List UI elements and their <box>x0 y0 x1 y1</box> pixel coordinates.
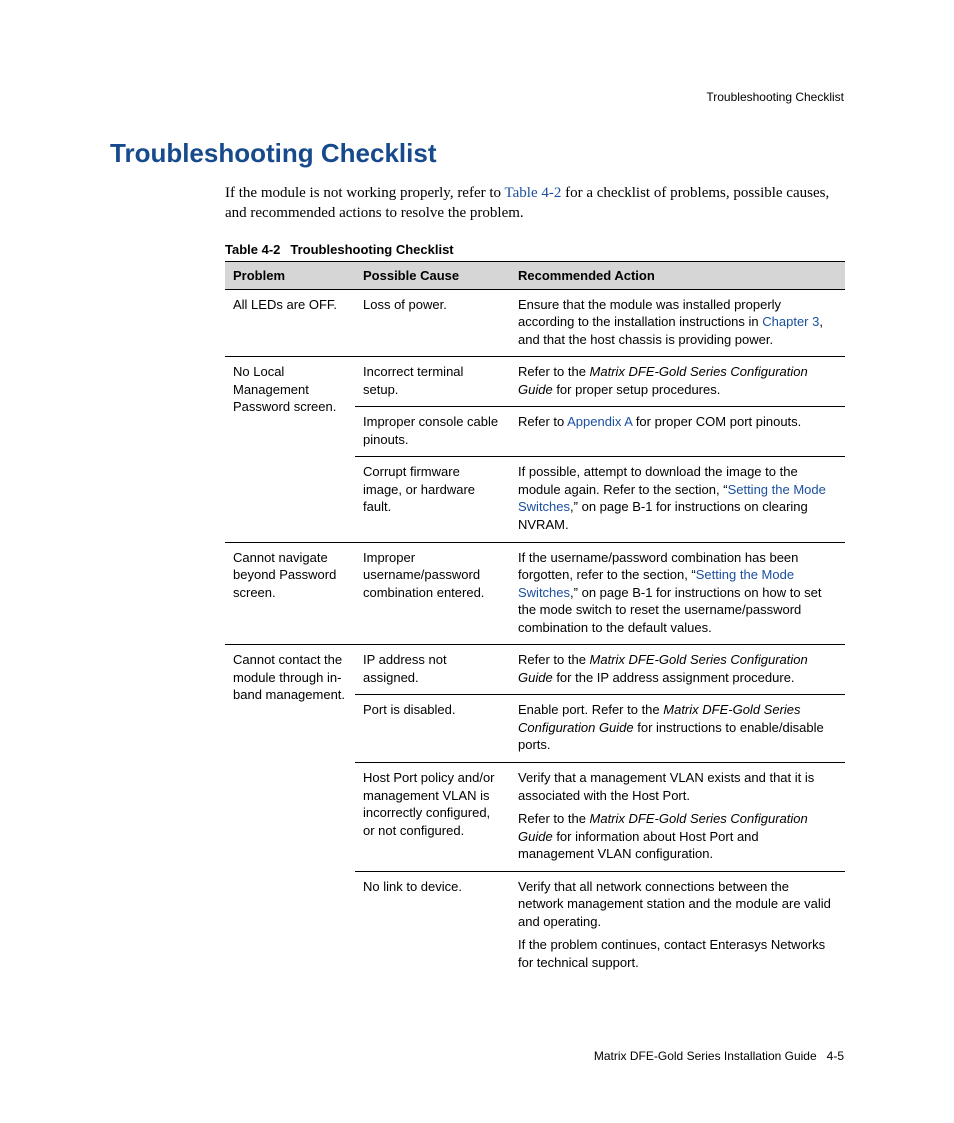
cell-problem: Cannot contact the module through in-ban… <box>225 645 355 980</box>
table-caption: Table 4-2 Troubleshooting Checklist <box>225 242 844 257</box>
th-action: Recommended Action <box>510 261 845 289</box>
cell-cause: No link to device. <box>355 871 510 979</box>
cell-action: Refer to the Matrix DFE-Gold Series Conf… <box>510 357 845 407</box>
cell-action: Refer to the Matrix DFE-Gold Series Conf… <box>510 645 845 695</box>
cell-problem: No Local Management Password screen. <box>225 357 355 542</box>
text: Verify that a management VLAN exists and… <box>518 770 814 803</box>
th-problem: Problem <box>225 261 355 289</box>
cell-problem: Cannot navigate beyond Password screen. <box>225 542 355 645</box>
text: Ensure that the module was installed pro… <box>518 297 781 330</box>
intro-paragraph: If the module is not working properly, r… <box>225 183 844 224</box>
running-head: Troubleshooting Checklist <box>110 90 844 104</box>
cell-cause: Improper username/password combination e… <box>355 542 510 645</box>
cell-cause: Loss of power. <box>355 289 510 357</box>
footer-book: Matrix DFE-Gold Series Installation Guid… <box>594 1049 817 1063</box>
cell-problem: All LEDs are OFF. <box>225 289 355 357</box>
cell-cause: IP address not assigned. <box>355 645 510 695</box>
appendix-link[interactable]: Appendix A <box>567 414 632 429</box>
cell-action: Ensure that the module was installed pro… <box>510 289 845 357</box>
cell-cause: Corrupt firmware image, or hardware faul… <box>355 457 510 542</box>
text: Refer to <box>518 414 567 429</box>
cell-cause: Host Port policy and/or management VLAN … <box>355 762 510 871</box>
cell-action: Verify that a management VLAN exists and… <box>510 762 845 871</box>
footer-page: 4-5 <box>827 1049 844 1063</box>
table-caption-number: Table 4-2 <box>225 242 280 257</box>
text: Refer to the <box>518 652 590 667</box>
text: If the problem continues, contact Entera… <box>518 936 837 971</box>
cell-cause: Improper console cable pinouts. <box>355 407 510 457</box>
cell-action: If the username/password combination has… <box>510 542 845 645</box>
intro-text-pre: If the module is not working properly, r… <box>225 185 505 201</box>
table-caption-title: Troubleshooting Checklist <box>290 242 453 257</box>
cell-cause: Port is disabled. <box>355 695 510 763</box>
text: Enable port. Refer to the <box>518 702 663 717</box>
page-footer: Matrix DFE-Gold Series Installation Guid… <box>110 1049 844 1063</box>
text: Refer to the <box>518 364 590 379</box>
text: Refer to the Matrix DFE-Gold Series Conf… <box>518 810 837 863</box>
th-cause: Possible Cause <box>355 261 510 289</box>
text: for proper setup procedures. <box>553 382 721 397</box>
table-ref-link[interactable]: Table 4-2 <box>505 185 562 201</box>
cell-action: Refer to Appendix A for proper COM port … <box>510 407 845 457</box>
cell-action: If possible, attempt to download the ima… <box>510 457 845 542</box>
cell-action: Enable port. Refer to the Matrix DFE-Gol… <box>510 695 845 763</box>
table-row: No Local Management Password screen. Inc… <box>225 357 845 407</box>
table-row: Cannot navigate beyond Password screen. … <box>225 542 845 645</box>
text: Verify that all network connections betw… <box>518 879 831 929</box>
text: Refer to the <box>518 811 590 826</box>
table-row: All LEDs are OFF. Loss of power. Ensure … <box>225 289 845 357</box>
section-title: Troubleshooting Checklist <box>110 138 844 169</box>
troubleshooting-table: Problem Possible Cause Recommended Actio… <box>225 261 845 980</box>
text: for proper COM port pinouts. <box>632 414 801 429</box>
text: for information about Host Port and mana… <box>518 829 759 862</box>
cell-cause: Incorrect terminal setup. <box>355 357 510 407</box>
table-header-row: Problem Possible Cause Recommended Actio… <box>225 261 845 289</box>
table-row: Cannot contact the module through in-ban… <box>225 645 845 695</box>
cell-action: Verify that all network connections betw… <box>510 871 845 979</box>
text: for the IP address assignment procedure. <box>553 670 795 685</box>
chapter-link[interactable]: Chapter 3 <box>762 314 819 329</box>
